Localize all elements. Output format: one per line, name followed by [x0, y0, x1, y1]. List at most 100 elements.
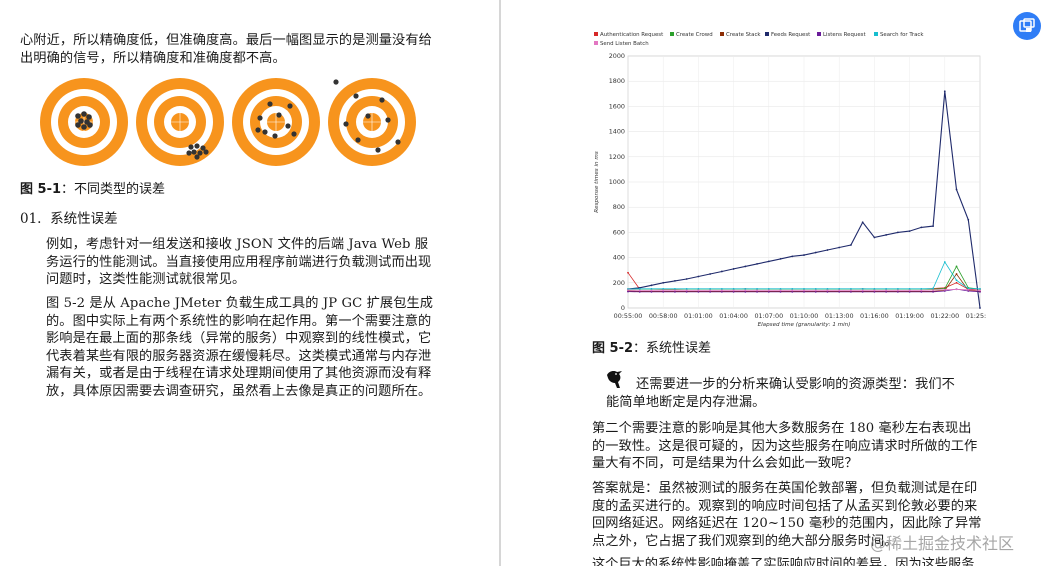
legend-swatch: [874, 32, 878, 36]
data-point: [756, 289, 758, 292]
figure-5-1-caption: 图 5-1：不同类型的误差: [20, 178, 165, 197]
data-point: [967, 218, 970, 221]
section-heading: 01. 系统性误差: [20, 207, 118, 227]
data-point: [697, 275, 700, 278]
y-tick-label: 1400: [609, 128, 625, 136]
example-paragraph: 例如，考虑针对一组发送和接收 JSON 文件的后端 Java Web 服务运行的…: [46, 237, 432, 287]
data-point: [955, 281, 958, 284]
note-paragraph: 还需要进一步的分析来确认受影响的资源类型：我们不能简单地断定是内存泄漏。: [606, 377, 955, 410]
data-point: [791, 255, 794, 258]
target-low-precision-high-accuracy-icon: [40, 78, 128, 166]
section-number: 01.: [20, 211, 42, 227]
x-tick-label: 00:55:00: [614, 312, 643, 320]
data-point: [943, 288, 946, 291]
data-point: [674, 280, 676, 282]
legend-swatch: [594, 41, 598, 45]
y-tick-label: 400: [613, 254, 625, 262]
y-tick-label: 2000: [609, 52, 625, 60]
data-point: [850, 289, 852, 292]
y-tick-label: 200: [613, 279, 625, 287]
data-point: [850, 244, 852, 246]
data-point: [932, 225, 934, 228]
target-low-precision-low-accuracy-icon: [232, 78, 320, 166]
data-point: [896, 289, 899, 292]
data-point: [685, 289, 688, 292]
data-point: [662, 281, 665, 284]
data-point: [674, 289, 676, 292]
legend-swatch: [817, 32, 821, 36]
data-point: [861, 221, 864, 224]
data-point: [943, 261, 946, 263]
legend-label: Authentication Request: [600, 32, 663, 38]
target-no-signal-icon: [328, 78, 416, 166]
response-time-chart: Authentication Request Create Crowd Create…: [594, 32, 986, 328]
data-point: [861, 289, 864, 292]
legend-swatch: [765, 32, 769, 36]
y-tick-label: 1800: [609, 77, 625, 85]
data-point: [838, 289, 841, 292]
legend-swatch: [670, 32, 674, 36]
legend-label: Send Listen Batch: [600, 41, 649, 47]
y-axis-label: Response times in ms: [594, 151, 600, 213]
legend-label: Feeds Request: [771, 32, 810, 38]
target-high-precision-low-accuracy-icon: [136, 78, 224, 166]
figure-5-1-text: ：不同类型的误差: [61, 182, 166, 197]
data-point: [814, 251, 817, 254]
y-tick-label: 600: [613, 228, 625, 236]
data-point: [979, 289, 981, 292]
data-point: [756, 263, 758, 265]
data-point: [803, 289, 805, 292]
data-point: [955, 188, 958, 191]
watermark-text: @稀土掘金技术社区: [870, 534, 1015, 553]
x-axis-ticks: 00:55:00 00:58:00 01:01:00 01:04:00 01:07:00…: [614, 312, 986, 320]
x-tick-label: 01:25:00: [966, 312, 986, 320]
data-point: [967, 288, 970, 291]
data-point: [932, 287, 934, 290]
data-point: [720, 270, 723, 273]
data-point: [885, 234, 888, 236]
data-point: [732, 289, 735, 292]
x-tick-label: 01:19:00: [895, 312, 924, 320]
y-tick-label: 1200: [609, 153, 625, 161]
intro-paragraph: 心附近，所以精确度低，但准确度高。最后一幅图显示的是测量没有给出明确的信号，所以…: [20, 33, 432, 66]
data-point: [650, 289, 653, 292]
legend-label: Create Stack: [726, 32, 761, 38]
data-point: [767, 260, 770, 263]
x-tick-label: 01:13:00: [825, 312, 854, 320]
data-point: [767, 289, 770, 292]
data-point: [638, 289, 641, 292]
window-icon: [1019, 18, 1035, 32]
data-point: [697, 289, 700, 292]
data-point: [779, 289, 782, 292]
figure-5-1-number: 图 5-1: [20, 182, 62, 197]
data-point: [791, 289, 794, 292]
x-tick-label: 00:58:00: [649, 312, 678, 320]
data-point: [709, 289, 712, 292]
x-tick-label: 01:04:00: [719, 312, 748, 320]
figure-5-2-caption: 图 5-2：系统性误差: [592, 337, 711, 356]
y-tick-label: 800: [613, 203, 625, 211]
floating-action-button[interactable]: [1013, 12, 1041, 40]
data-point: [955, 265, 958, 268]
figure-5-2-text: ：系统性误差: [633, 341, 712, 356]
data-point: [720, 289, 723, 292]
data-point: [955, 279, 958, 282]
data-point: [826, 289, 829, 292]
legend-swatch: [720, 32, 724, 36]
data-point: [803, 254, 805, 256]
data-point: [662, 289, 665, 292]
x-tick-label: 01:07:00: [754, 312, 783, 320]
error-targets-figure: [40, 78, 416, 166]
section-title: 系统性误差: [50, 211, 118, 227]
data-point: [955, 288, 958, 291]
x-tick-label: 01:01:00: [684, 312, 713, 320]
data-point: [744, 265, 747, 268]
cut-off-paragraph: 这个巨大的系统性影响掩盖了实际响应时间的差异，因为这些服务: [592, 557, 975, 566]
data-point: [627, 289, 629, 292]
data-point: [955, 273, 958, 275]
data-point: [979, 307, 981, 309]
x-axis-label: Elapsed time (granularity: 1 min): [758, 322, 851, 328]
data-point: [873, 236, 876, 239]
data-point: [920, 289, 923, 292]
x-tick-label: 01:22:00: [930, 312, 959, 320]
